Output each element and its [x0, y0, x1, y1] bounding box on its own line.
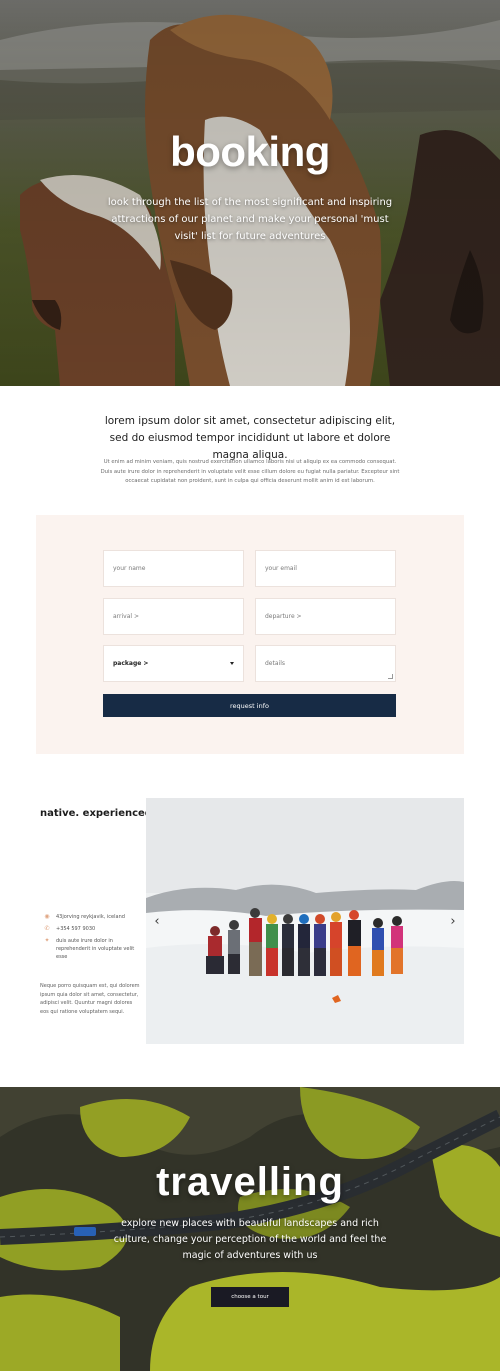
email-input[interactable]: your email [255, 550, 396, 587]
hero-title: booking [170, 128, 330, 175]
phone-icon: ✆ [44, 925, 50, 932]
contact-phone-text: +354 597 9030 [56, 926, 96, 932]
arrival-date-input[interactable]: arrival > [103, 598, 244, 635]
travelling-title: travelling [156, 1160, 344, 1204]
hero-subtitle: look through the list of the most signif… [107, 197, 393, 242]
hero-section: booking look through the list of the mos… [0, 0, 500, 386]
contact-info: ✦ duis aute irure dolor in reprehenderit… [43, 937, 139, 961]
hero-horses-image [0, 0, 500, 386]
name-placeholder: your name [113, 565, 146, 572]
contact-info-text: duis aute irure dolor in reprehenderit i… [56, 938, 135, 960]
guides-image-slider[interactable] [146, 798, 464, 1044]
resize-handle-icon[interactable] [388, 674, 393, 679]
intro-lead-text: lorem ipsum dolor sit amet, consectetur … [104, 415, 396, 461]
guides-title: native. experienced. [40, 808, 156, 819]
departure-date-input[interactable]: departure > [255, 598, 396, 635]
package-select[interactable]: package > [103, 645, 244, 682]
mountaineers-group-image [146, 798, 464, 1044]
arrival-placeholder: arrival > [113, 613, 140, 620]
details-textarea[interactable]: details [255, 645, 396, 682]
slider-prev-arrow-icon[interactable]: ‹ [150, 912, 164, 930]
name-input[interactable]: your name [103, 550, 244, 587]
travelling-subtitle: explore new places with beautiful landsc… [113, 1218, 387, 1261]
contact-address: ◉ 43jorving reykjavik, iceland [43, 913, 139, 921]
details-placeholder: details [265, 660, 285, 667]
choose-tour-button[interactable]: choose a tour [211, 1287, 289, 1307]
package-label: package > [113, 660, 149, 667]
location-icon: ◉ [44, 913, 50, 920]
contact-address-text: 43jorving reykjavik, iceland [56, 914, 125, 920]
request-info-button[interactable]: request info [103, 694, 396, 717]
intro-body-text: Ut enim ad minim veniam, quis nostrud ex… [100, 459, 400, 484]
email-placeholder: your email [265, 565, 297, 572]
departure-placeholder: departure > [265, 613, 302, 620]
contact-list: ◉ 43jorving reykjavik, iceland ✆ +354 59… [43, 913, 139, 965]
info-icon: ✦ [44, 937, 50, 944]
slider-next-arrow-icon[interactable]: › [446, 912, 460, 930]
contact-phone[interactable]: ✆ +354 597 9030 [43, 925, 139, 933]
guides-paragraph: Neque porro quisquam est, qui dolorem ip… [40, 983, 140, 1015]
caret-down-icon [230, 662, 234, 665]
booking-form-panel [36, 515, 464, 754]
